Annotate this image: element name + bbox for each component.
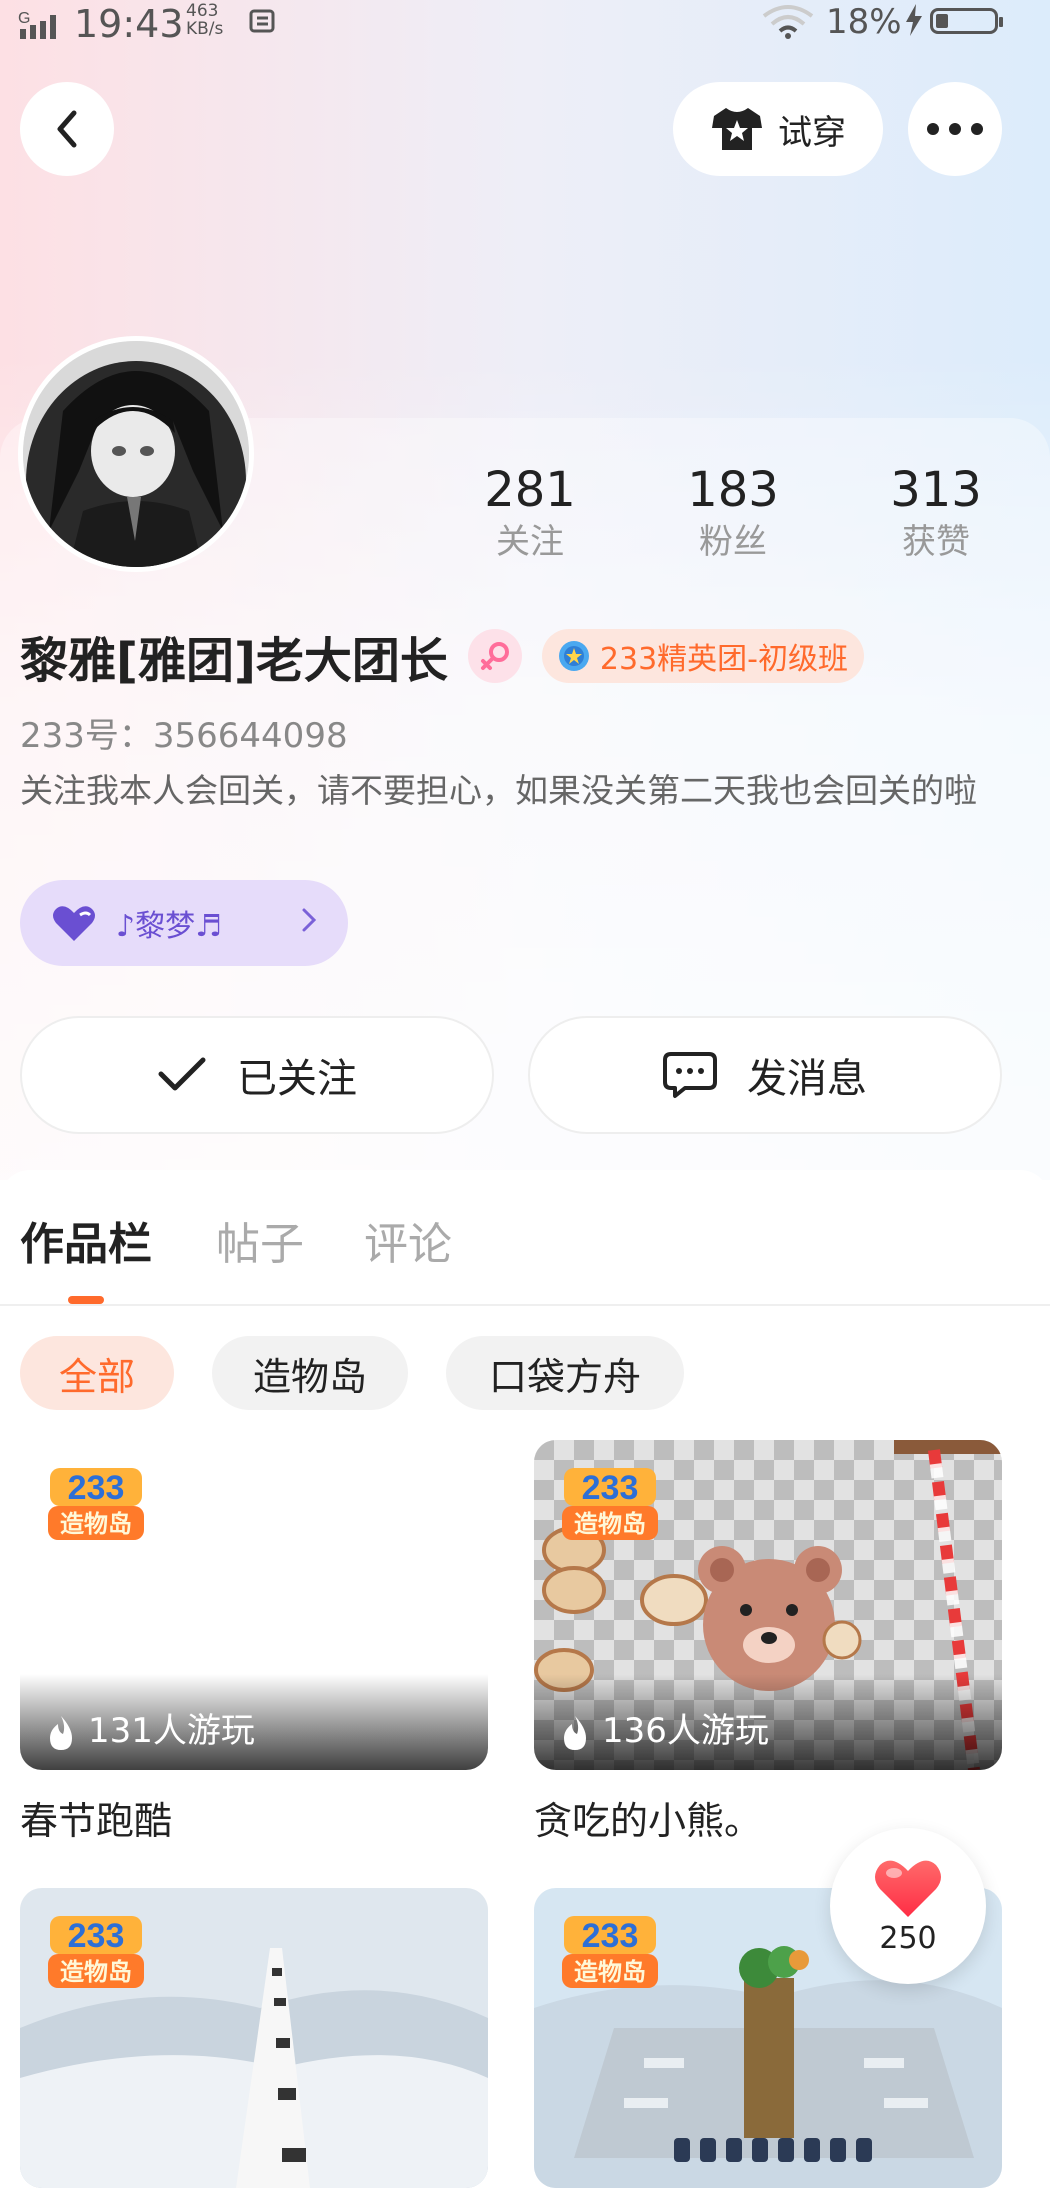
network-speed: 463 KB/s	[186, 1, 224, 39]
play-count-label: 136人游玩	[602, 1711, 769, 1751]
stat-followers[interactable]: 183 粉丝	[643, 460, 823, 564]
tab-posts[interactable]: 帖子	[216, 1208, 304, 1272]
profile-music-button[interactable]: ♪黎梦♬	[20, 880, 348, 966]
chat-icon	[663, 1052, 717, 1098]
stat-label: 获赞	[902, 522, 970, 562]
game-title[interactable]: 贪吃的小熊。	[534, 1790, 762, 1845]
game-card[interactable]: 233 造物岛	[20, 1888, 488, 2188]
filter-zaowudao[interactable]: 造物岛	[212, 1336, 408, 1410]
music-title: ♪黎梦♬	[116, 909, 223, 944]
svg-text:233: 233	[582, 1917, 639, 1955]
zaowudao-logo: 233 造物岛	[48, 1468, 144, 1540]
team-badge-label: 233精英团-初级班	[599, 642, 848, 677]
like-count: 250	[879, 1920, 937, 1956]
stat-likes[interactable]: 313 获赞	[846, 460, 1026, 564]
like-button[interactable]: 250	[830, 1828, 986, 1984]
user-name: 黎雅[雅团]老大团长	[20, 633, 448, 689]
svg-text:G: G	[18, 10, 30, 27]
chevron-right-icon	[300, 904, 318, 942]
heart-icon	[53, 906, 95, 941]
stat-label: 粉丝	[699, 522, 767, 562]
zaowudao-logo: 233 造物岛	[562, 1916, 658, 1988]
game-card[interactable]: 233 造物岛 136人游玩	[534, 1440, 1002, 1770]
avatar[interactable]	[18, 336, 254, 572]
back-button[interactable]	[20, 82, 114, 176]
status-bar: G 19:43 463 KB/s 18%	[0, 0, 1050, 46]
play-count-label: 131人游玩	[88, 1711, 255, 1751]
followed-button[interactable]: 已关注	[20, 1016, 494, 1134]
stat-label: 关注	[496, 522, 564, 562]
game-title[interactable]: 春节跑酷	[20, 1790, 172, 1845]
screenshot-status-icon	[248, 6, 278, 44]
name-row: 黎雅[雅团]老大团长 233精英团-初级班	[20, 624, 864, 689]
battery-percent: 18%	[826, 2, 902, 42]
clock: 19:43	[74, 2, 184, 46]
game-card[interactable]: 233 造物岛 131人游玩	[20, 1440, 488, 1770]
try-on-button[interactable]: 试穿	[673, 82, 883, 176]
zaowudao-logo: 233 造物岛	[562, 1468, 658, 1540]
female-icon	[467, 629, 522, 683]
followed-label: 已关注	[237, 1056, 357, 1102]
svg-text:造物岛: 造物岛	[60, 1510, 132, 1538]
avatar-image	[23, 341, 249, 567]
svg-text:233: 233	[68, 1469, 125, 1507]
battery-icon	[930, 8, 1003, 34]
svg-text:造物岛: 造物岛	[60, 1958, 132, 1986]
divider	[0, 1304, 1050, 1306]
fire-icon	[564, 1716, 586, 1750]
tab-comments[interactable]: 评论	[364, 1208, 452, 1272]
tshirt-icon	[712, 108, 762, 150]
send-message-button[interactable]: 发消息	[528, 1016, 1002, 1134]
user-bio: 关注我本人会回关，请不要担心，如果没关第二天我也会回关的啦	[20, 771, 977, 810]
more-button[interactable]	[908, 82, 1002, 176]
stats-row: 281 关注 183 粉丝 313 获赞	[440, 460, 1040, 580]
team-badge[interactable]: 233精英团-初级班	[541, 629, 864, 683]
check-icon	[158, 1057, 206, 1091]
play-count: 136人游玩	[534, 1674, 1002, 1770]
message-label: 发消息	[747, 1056, 867, 1102]
filter-koudaifangzhou[interactable]: 口袋方舟	[446, 1336, 684, 1410]
svg-text:造物岛: 造物岛	[574, 1510, 646, 1538]
filter-all[interactable]: 全部	[20, 1336, 174, 1410]
stat-value: 281	[484, 462, 576, 518]
svg-text:造物岛: 造物岛	[574, 1958, 646, 1986]
play-count: 131人游玩	[20, 1674, 488, 1770]
stat-value: 183	[687, 462, 779, 518]
wifi-icon	[762, 4, 814, 49]
heart-icon	[875, 1860, 941, 1917]
try-on-label: 试穿	[778, 112, 846, 153]
tab-indicator	[68, 1296, 104, 1304]
svg-text:233: 233	[68, 1917, 125, 1955]
user-id: 233号：356644098	[20, 716, 348, 756]
svg-text:233: 233	[582, 1469, 639, 1507]
signal-icon: G	[18, 8, 64, 48]
stat-value: 313	[890, 462, 982, 518]
zaowudao-logo: 233 造物岛	[48, 1916, 144, 1988]
medal-icon	[558, 641, 589, 671]
more-dots-icon	[927, 123, 983, 135]
tab-works[interactable]: 作品栏	[20, 1208, 152, 1272]
charging-icon	[904, 4, 924, 44]
chevron-left-icon	[57, 110, 77, 148]
stat-following[interactable]: 281 关注	[440, 460, 620, 564]
fire-icon	[50, 1716, 72, 1750]
